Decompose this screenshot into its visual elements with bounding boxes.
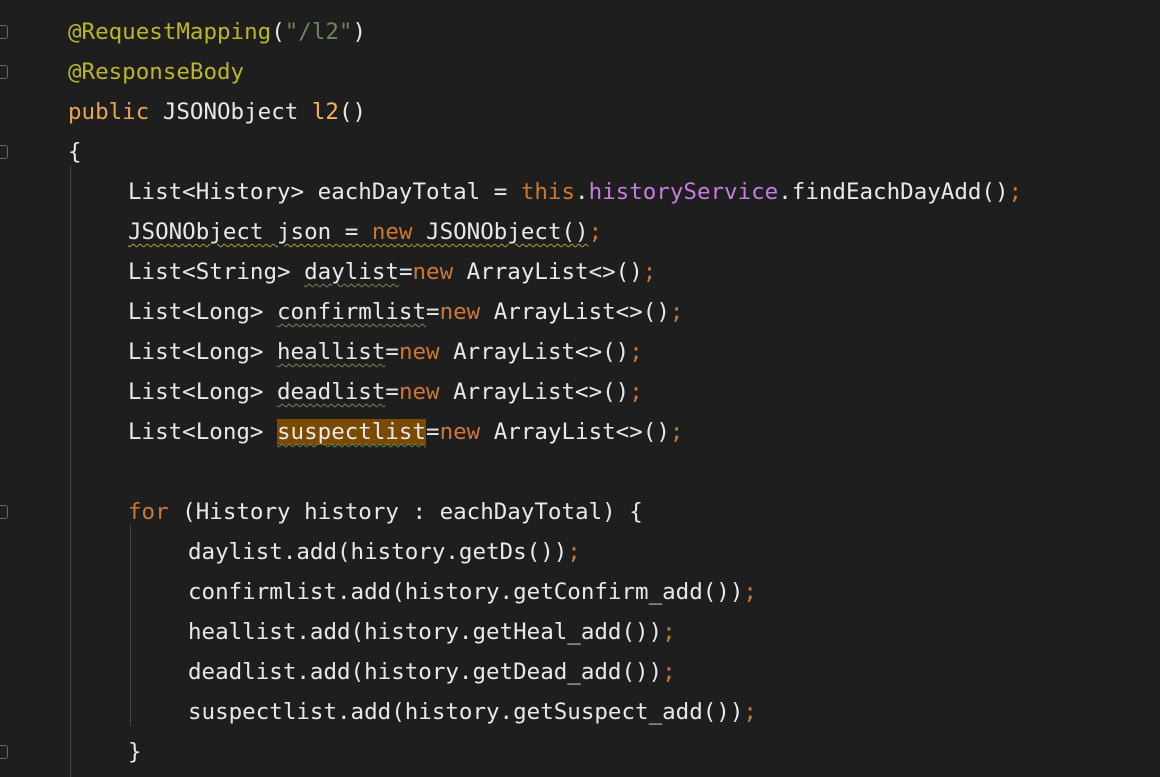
code-token: daylist.add(history.getDs()) xyxy=(188,539,568,565)
code-token: new xyxy=(398,339,440,365)
code-token: } xyxy=(128,739,142,765)
code-token: ArrayList<>() xyxy=(439,379,630,405)
code-token: ArrayList<>() xyxy=(480,419,670,445)
code-line[interactable]: daylist.add(history.getDs()); xyxy=(188,532,581,572)
code-token: ArrayList<>() xyxy=(439,339,630,365)
code-token: ; xyxy=(743,699,757,725)
code-token: ( xyxy=(271,19,285,45)
code-token: heallist.add(history.getHeal_add()) xyxy=(188,619,663,645)
code-token: public xyxy=(68,99,150,125)
code-line[interactable]: { xyxy=(68,132,82,172)
code-token: new xyxy=(439,299,481,325)
code-token: JSONObject xyxy=(149,99,312,125)
code-line[interactable]: List<Long> suspectlist=new ArrayList<>()… xyxy=(128,412,683,452)
code-line[interactable]: List<String> daylist=new ArrayList<>(); xyxy=(128,252,656,292)
fold-marker-icon[interactable] xyxy=(0,65,8,79)
code-token: @RequestMapping xyxy=(68,19,272,45)
code-token: ; xyxy=(629,339,643,365)
code-token: ; xyxy=(642,259,657,285)
code-token: ; xyxy=(588,219,603,245)
code-token: deadlist.add(history.getDead_add()) xyxy=(188,659,663,685)
code-token: ; xyxy=(567,539,581,565)
fold-marker-icon[interactable] xyxy=(0,745,8,759)
code-token: (History history : eachDayTotal) { xyxy=(168,499,643,525)
code-token: daylist xyxy=(304,259,399,285)
code-token: = xyxy=(426,419,440,445)
code-token: ; xyxy=(1008,179,1023,205)
code-token: new xyxy=(412,259,454,285)
code-line[interactable]: deadlist.add(history.getDead_add()); xyxy=(188,652,676,692)
code-editor[interactable]: @RequestMapping("/l2") @ResponseBody publi… xyxy=(0,0,1160,777)
code-line[interactable]: for (History history : eachDayTotal) { xyxy=(128,492,643,532)
code-token: List<Long> xyxy=(128,379,278,405)
code-line[interactable]: @RequestMapping("/l2") xyxy=(68,12,366,52)
code-line[interactable]: } xyxy=(128,732,142,772)
code-token: List<Long> xyxy=(128,299,278,325)
code-token: List<History> eachDayTotal = xyxy=(128,179,521,205)
code-token: @ResponseBody xyxy=(68,59,245,85)
code-token: List<String> xyxy=(128,259,305,285)
fold-marker-icon[interactable] xyxy=(0,145,8,159)
code-token: heallist xyxy=(277,339,386,365)
code-token: l2 xyxy=(311,99,339,125)
code-token: ) xyxy=(352,19,367,45)
code-token: = xyxy=(398,259,413,285)
code-token: ; xyxy=(743,579,757,605)
code-token: deadlist xyxy=(277,379,386,405)
code-token: ArrayList<>() xyxy=(453,259,643,285)
code-token: ; xyxy=(629,379,643,405)
indent-guide xyxy=(130,524,131,726)
code-token: = xyxy=(385,379,399,405)
code-token: ArrayList<>() xyxy=(480,299,670,325)
code-token: . xyxy=(575,179,589,205)
code-line[interactable]: JSONObject json = new JSONObject(); xyxy=(128,212,602,252)
code-line[interactable]: confirmlist.add(history.getConfirm_add()… xyxy=(188,572,757,612)
editor-gutter xyxy=(0,0,14,777)
code-token: ; xyxy=(669,299,684,325)
code-line[interactable]: List<Long> heallist=new ArrayList<>(); xyxy=(128,332,643,372)
code-token: = xyxy=(426,299,440,325)
code-token: ; xyxy=(662,619,676,645)
code-token: () xyxy=(338,99,367,125)
fold-marker-icon[interactable] xyxy=(0,505,8,519)
code-token: confirmlist xyxy=(277,299,427,325)
code-token: new xyxy=(398,379,440,405)
code-token: ; xyxy=(662,659,676,685)
highlighted-identifier: suspectlist xyxy=(277,419,427,445)
code-token: "/l2" xyxy=(284,19,353,45)
code-token: for xyxy=(128,499,169,525)
code-token: this xyxy=(520,179,576,205)
code-line[interactable]: List<Long> deadlist=new ArrayList<>(); xyxy=(128,372,643,412)
code-line[interactable]: heallist.add(history.getHeal_add()); xyxy=(188,612,676,652)
code-token: .findEachDayAdd() xyxy=(778,179,1009,205)
code-line[interactable]: public JSONObject l2() xyxy=(68,92,366,132)
indent-guide xyxy=(70,166,71,777)
code-token: JSONObject json = xyxy=(128,219,372,245)
code-token: { xyxy=(68,139,82,165)
code-token: List<Long> xyxy=(128,419,278,445)
code-token: JSONObject() xyxy=(412,219,589,245)
fold-marker-icon[interactable] xyxy=(0,25,8,39)
code-token: historyService xyxy=(588,179,779,205)
code-token: = xyxy=(385,339,399,365)
code-token: new xyxy=(371,219,413,245)
code-token: List<Long> xyxy=(128,339,278,365)
code-line[interactable]: List<History> eachDayTotal = this.histor… xyxy=(128,172,1022,212)
code-line[interactable]: suspectlist.add(history.getSuspect_add()… xyxy=(188,692,757,732)
code-token: ; xyxy=(669,419,684,445)
code-line[interactable]: @ResponseBody xyxy=(68,52,244,92)
code-line[interactable]: List<Long> confirmlist=new ArrayList<>()… xyxy=(128,292,683,332)
code-token: suspectlist.add(history.getSuspect_add()… xyxy=(188,699,744,725)
code-token: new xyxy=(439,419,481,445)
code-token: confirmlist.add(history.getConfirm_add()… xyxy=(188,579,744,605)
